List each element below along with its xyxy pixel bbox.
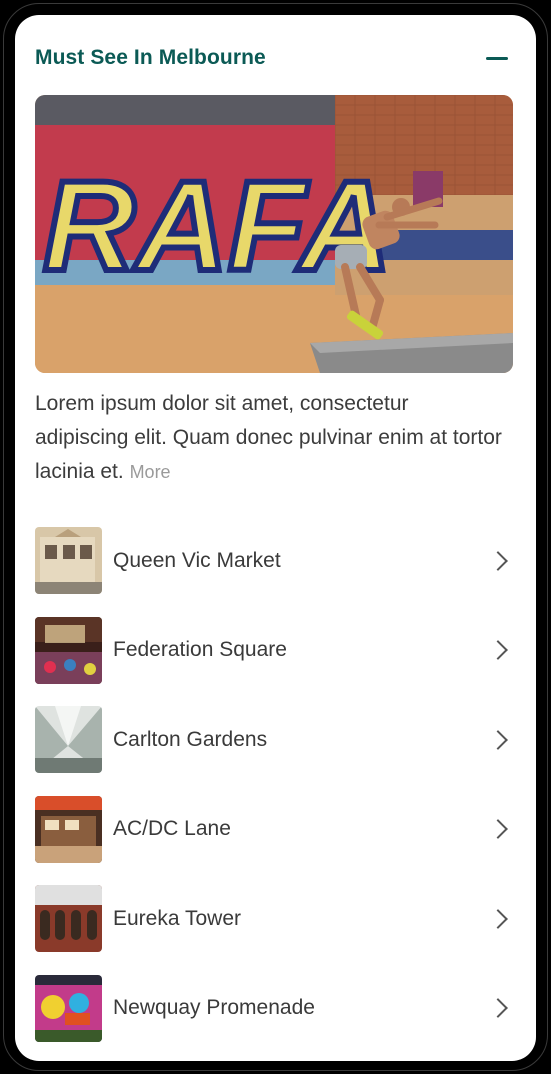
place-name: Carlton Gardens <box>113 727 268 751</box>
thumbnail-newquay-promenade <box>35 974 102 1042</box>
list-item-eureka-tower[interactable]: Eureka Tower <box>35 874 513 964</box>
list-item-queen-vic-market[interactable]: Queen Vic Market <box>35 516 513 606</box>
collapse-button[interactable] <box>484 45 510 71</box>
list-item-acdc-lane[interactable]: AC/DC Lane <box>35 785 513 875</box>
screen: Must See In Melbourne RAFA Lorem ipsum d… <box>15 15 536 1061</box>
thumbnail-queen-vic-market <box>35 527 102 595</box>
places-list: Queen Vic Market Federation Square Carlt… <box>35 516 513 1053</box>
list-item-newquay-promenade[interactable]: Newquay Promenade <box>35 964 513 1054</box>
description-text: Lorem ipsum dolor sit amet, consectetur … <box>35 392 502 483</box>
hero-image: RAFA <box>35 95 513 373</box>
chevron-right-icon <box>488 998 508 1019</box>
chevron-right-icon <box>488 729 508 750</box>
description: Lorem ipsum dolor sit amet, consectetur … <box>35 387 505 489</box>
graffiti-text: RAFA <box>43 155 391 298</box>
more-link[interactable]: More <box>130 462 171 482</box>
minus-icon <box>486 56 508 60</box>
thumbnail-eureka-tower <box>35 885 102 953</box>
place-name: Eureka Tower <box>113 906 242 930</box>
section-title: Must See In Melbourne <box>35 46 266 69</box>
place-name: Federation Square <box>113 638 287 662</box>
chevron-right-icon <box>488 908 508 929</box>
section-header: Must See In Melbourne <box>35 43 510 73</box>
chevron-right-icon <box>488 819 508 840</box>
chevron-right-icon <box>488 550 508 571</box>
thumbnail-federation-square <box>35 616 102 684</box>
phone-frame: Must See In Melbourne RAFA Lorem ipsum d… <box>0 0 551 1074</box>
thumbnail-carlton-gardens <box>35 706 102 774</box>
chevron-right-icon <box>488 640 508 661</box>
thumbnail-acdc-lane <box>35 795 102 863</box>
place-name: Queen Vic Market <box>113 548 281 572</box>
list-item-federation-square[interactable]: Federation Square <box>35 606 513 696</box>
place-name: Newquay Promenade <box>113 996 315 1020</box>
list-item-carlton-gardens[interactable]: Carlton Gardens <box>35 695 513 785</box>
place-name: AC/DC Lane <box>113 817 231 841</box>
